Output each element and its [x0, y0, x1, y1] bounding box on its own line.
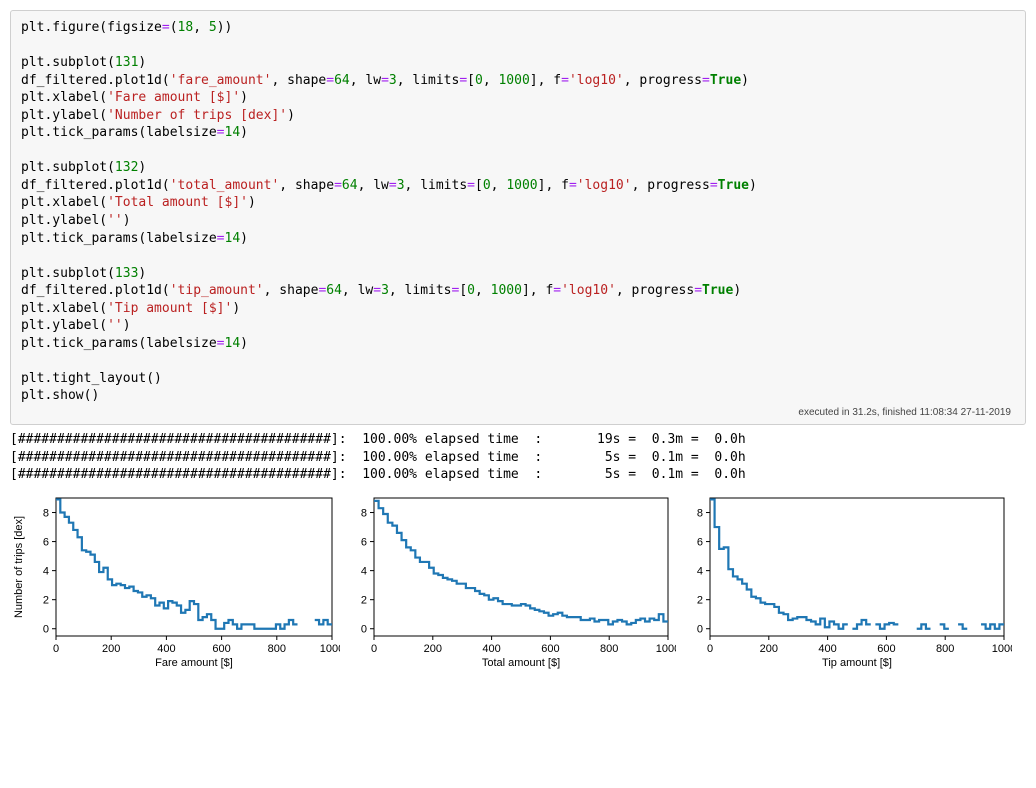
- chart-panel-2: 0 200 400 600 800 1000 0 2 4 6 8 Tip amount [$]: [682, 492, 1012, 672]
- svg-text:4: 4: [43, 565, 49, 577]
- svg-text:0: 0: [707, 643, 713, 655]
- chart-xlabel: Fare amount [$]: [155, 657, 233, 669]
- progress-output: [#######################################…: [10, 431, 1026, 484]
- svg-text:0: 0: [53, 643, 59, 655]
- chart-ylabel: Number of trips [dex]: [13, 516, 25, 618]
- svg-text:2: 2: [361, 594, 367, 606]
- svg-text:400: 400: [157, 643, 175, 655]
- chart-series: [374, 501, 668, 624]
- svg-text:1000: 1000: [992, 643, 1012, 655]
- svg-text:200: 200: [102, 643, 120, 655]
- svg-text:2: 2: [697, 594, 703, 606]
- svg-text:0: 0: [371, 643, 377, 655]
- svg-text:6: 6: [43, 536, 49, 548]
- charts-row: 0200400600800100002468Fare amount [$]Num…: [10, 492, 1026, 672]
- svg-text:4: 4: [361, 565, 367, 577]
- svg-text:600: 600: [877, 643, 895, 655]
- svg-text:200: 200: [424, 643, 442, 655]
- svg-text:400: 400: [818, 643, 836, 655]
- svg-text:0: 0: [361, 623, 367, 635]
- chart-xlabel: Total amount [$]: [482, 657, 560, 669]
- svg-text:400: 400: [482, 643, 500, 655]
- svg-text:600: 600: [541, 643, 559, 655]
- svg-text:0: 0: [43, 623, 49, 635]
- svg-text:6: 6: [361, 536, 367, 548]
- execution-info: executed in 31.2s, finished 11:08:34 27-…: [21, 405, 1015, 422]
- chart-series: [710, 499, 1004, 628]
- svg-text:8: 8: [43, 507, 49, 519]
- svg-text:200: 200: [760, 643, 778, 655]
- svg-text:1000: 1000: [656, 643, 676, 655]
- svg-text:800: 800: [268, 643, 286, 655]
- code-content: plt.figure(figsize=(18, 5)) plt.subplot(…: [21, 19, 1015, 405]
- chart-xlabel: Tip amount [$]: [822, 657, 892, 669]
- svg-text:1000: 1000: [320, 643, 340, 655]
- svg-text:800: 800: [936, 643, 954, 655]
- svg-text:2: 2: [43, 594, 49, 606]
- chart-panel-1: 0 200 400 600 800 1000 0 2 4 6 8 Total amount [$]: [346, 492, 676, 672]
- svg-text:4: 4: [697, 565, 703, 577]
- chart-series: [56, 499, 332, 628]
- svg-text:6: 6: [697, 536, 703, 548]
- svg-text:8: 8: [361, 507, 367, 519]
- svg-text:0: 0: [697, 623, 703, 635]
- chart-panel-0: 0 200 400 600 800 1000 0 2 4 6 8 Fare amount [$] Num…: [10, 492, 340, 672]
- svg-text:800: 800: [600, 643, 618, 655]
- code-cell[interactable]: plt.figure(figsize=(18, 5)) plt.subplot(…: [10, 10, 1026, 425]
- svg-text:8: 8: [697, 507, 703, 519]
- svg-text:600: 600: [212, 643, 230, 655]
